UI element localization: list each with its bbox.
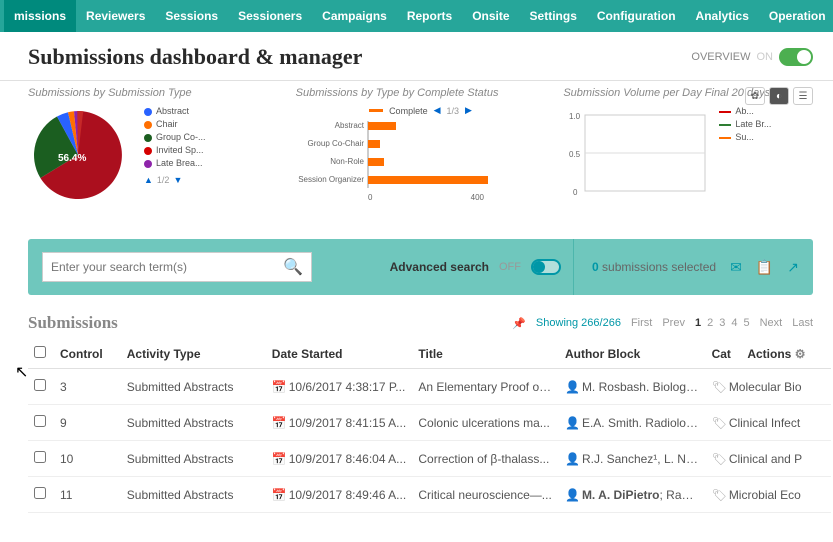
chart-title: Submissions by Submission Type: [28, 87, 278, 99]
page-3[interactable]: 3: [719, 317, 725, 329]
search-input[interactable]: [51, 260, 283, 274]
chart-bars: Submissions by Type by Complete Status C…: [296, 87, 546, 211]
nav-operation[interactable]: Operation: [759, 0, 833, 32]
user-icon: 👤: [565, 488, 580, 502]
nav-reports[interactable]: Reports: [397, 0, 462, 32]
svg-text:Abstract: Abstract: [334, 121, 364, 130]
col-title[interactable]: Title: [412, 339, 559, 369]
submissions-table: Control Activity Type Date Started Title…: [28, 339, 831, 513]
col-author[interactable]: Author Block: [559, 339, 706, 369]
page-next[interactable]: Next: [760, 317, 783, 329]
col-activity[interactable]: Activity Type: [121, 339, 266, 369]
svg-text:Group Co-Chair: Group Co-Chair: [307, 139, 364, 148]
search-bar: 🔍 Advanced search OFF 0 submissions sele…: [28, 239, 813, 295]
search-box: 🔍: [42, 252, 312, 282]
gear-icon[interactable]: ⚙: [795, 347, 806, 361]
pie-chart-svg: 56.4%: [28, 105, 138, 205]
svg-text:0.5: 0.5: [569, 150, 581, 159]
row-checkbox[interactable]: [34, 487, 46, 499]
overview-label: OVERVIEW: [691, 51, 750, 63]
nav-missions[interactable]: missions: [4, 0, 76, 32]
line-chart-svg: 1.0 0.5 0: [563, 105, 713, 205]
submissions-header: Submissions 📌 Showing 266/266 First Prev…: [0, 295, 833, 339]
svg-text:400: 400: [470, 193, 484, 202]
chart-line: Submission Volume per Day Final 20 days …: [563, 87, 813, 211]
page-title: Submissions dashboard & manager: [28, 44, 362, 70]
table-row[interactable]: 11Submitted Abstracts📅10/9/2017 8:49:46 …: [28, 477, 831, 513]
tag-icon: 🏷: [712, 488, 727, 502]
nav-campaigns[interactable]: Campaigns: [312, 0, 397, 32]
tag-icon: 🏷: [712, 380, 727, 394]
chart-title: Submissions by Type by Complete Status: [296, 87, 546, 99]
user-icon: 👤: [565, 452, 580, 466]
col-control[interactable]: Control: [54, 339, 121, 369]
chart-settings-icon[interactable]: ✿: [745, 87, 765, 105]
showing-count: Showing 266/266: [536, 317, 621, 329]
user-icon: 👤: [565, 416, 580, 430]
chart-view-pie-icon[interactable]: ◐: [769, 87, 789, 105]
search-icon[interactable]: 🔍: [283, 257, 303, 277]
chart-legend: AbstractChairGroup Co-...Invited Sp...La…: [144, 105, 206, 211]
svg-text:Non-Role: Non-Role: [330, 157, 364, 166]
page-4[interactable]: 4: [731, 317, 737, 329]
advanced-toggle[interactable]: [531, 259, 561, 275]
chart-view-list-icon[interactable]: ☰: [793, 87, 813, 105]
table-row[interactable]: 3Submitted Abstracts📅10/6/2017 4:38:17 P…: [28, 369, 831, 405]
row-checkbox[interactable]: [34, 379, 46, 391]
calendar-icon: 📅: [272, 416, 287, 430]
col-cat[interactable]: Cat: [706, 339, 742, 369]
clipboard-icon[interactable]: 📋: [756, 259, 773, 276]
table-row[interactable]: 10Submitted Abstracts📅10/9/2017 8:46:04 …: [28, 441, 831, 477]
pagination: 📌 Showing 266/266 First Prev 12345 Next …: [512, 317, 813, 330]
calendar-icon: 📅: [272, 488, 287, 502]
svg-text:Session Organizer: Session Organizer: [298, 175, 364, 184]
col-date[interactable]: Date Started: [266, 339, 413, 369]
on-label: ON: [757, 51, 774, 63]
page-2[interactable]: 2: [707, 317, 713, 329]
nav-sessions[interactable]: Sessions: [155, 0, 228, 32]
nav-sessioners[interactable]: Sessioners: [228, 0, 312, 32]
top-nav: missionsReviewersSessionsSessionersCampa…: [0, 0, 833, 32]
user-icon: 👤: [565, 380, 580, 394]
table-row[interactable]: 9Submitted Abstracts📅10/9/2017 8:41:15 A…: [28, 405, 831, 441]
submissions-title: Submissions: [28, 313, 118, 333]
bar-chart-svg: Abstract Group Co-Chair Non-Role Session…: [296, 116, 496, 204]
tag-icon: 🏷: [712, 416, 727, 430]
export-icon[interactable]: ↗: [787, 259, 799, 276]
tag-icon: 🏷: [712, 452, 727, 466]
nav-analytics[interactable]: Analytics: [686, 0, 759, 32]
calendar-icon: 📅: [272, 452, 287, 466]
page-header: Submissions dashboard & manager OVERVIEW…: [0, 32, 833, 80]
charts-panel: ✿ ◐ ☰ Submissions by Submission Type 56.…: [0, 80, 833, 221]
nav-onsite[interactable]: Onsite: [462, 0, 519, 32]
chart-legend: Ab...Late Br...Su...: [719, 105, 771, 211]
nav-configuration[interactable]: Configuration: [587, 0, 686, 32]
chart-pie: Submissions by Submission Type 56.4% Abs…: [28, 87, 278, 211]
selection-count: 0 submissions selected ✉ 📋 ↗: [573, 239, 799, 295]
svg-text:0: 0: [368, 193, 373, 202]
row-checkbox[interactable]: [34, 451, 46, 463]
advanced-search[interactable]: Advanced search OFF: [390, 259, 561, 275]
page-first[interactable]: First: [631, 317, 652, 329]
cursor-icon: ↖: [15, 362, 28, 382]
page-last[interactable]: Last: [792, 317, 813, 329]
calendar-icon: 📅: [272, 380, 287, 394]
col-actions[interactable]: Actions ⚙: [741, 339, 831, 369]
page-1[interactable]: 1: [695, 317, 701, 329]
nav-reviewers[interactable]: Reviewers: [76, 0, 155, 32]
pin-icon[interactable]: 📌: [512, 317, 526, 330]
svg-text:0: 0: [573, 188, 578, 197]
nav-settings[interactable]: Settings: [520, 0, 587, 32]
row-checkbox[interactable]: [34, 415, 46, 427]
svg-text:56.4%: 56.4%: [58, 153, 86, 164]
overview-toggle[interactable]: [779, 48, 813, 66]
page-prev[interactable]: Prev: [662, 317, 685, 329]
svg-text:1.0: 1.0: [569, 112, 581, 121]
select-all-checkbox[interactable]: [34, 346, 46, 358]
page-5[interactable]: 5: [743, 317, 749, 329]
mail-icon[interactable]: ✉: [730, 259, 742, 276]
